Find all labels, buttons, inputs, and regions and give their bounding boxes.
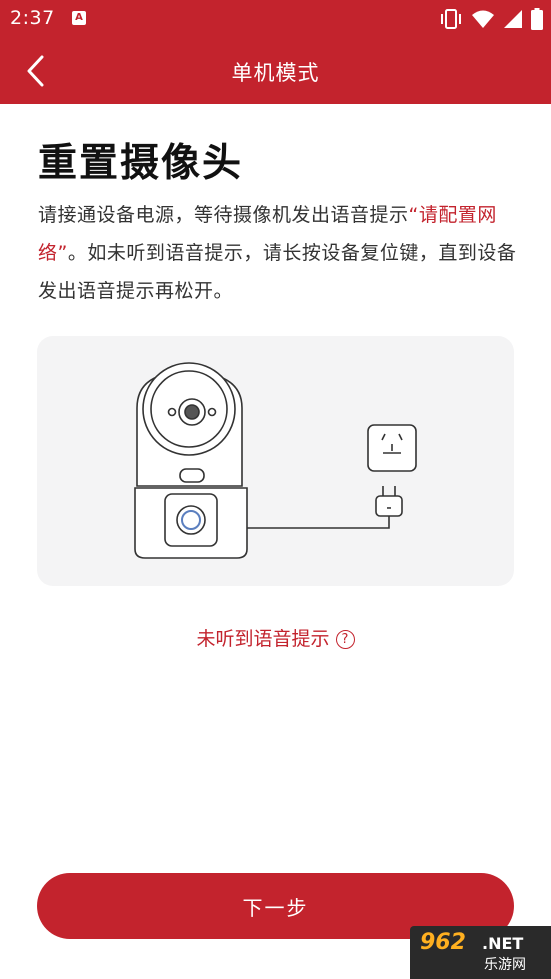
status-bar: 2:37 A (0, 0, 551, 38)
instruction-text-part1: 请接通设备电源，等待摄像机发出语音提示 (38, 204, 409, 226)
notification-icon: A (72, 11, 86, 25)
power-plug-icon (375, 486, 403, 517)
reset-illustration (37, 336, 514, 586)
instruction-text: 请接通设备电源，等待摄像机发出语音提示“请配置网络”。如未听到语音提示，请长按设… (38, 196, 518, 310)
vibrate-icon (441, 9, 461, 29)
help-link-label: 未听到语音提示 (196, 628, 330, 650)
signal-icon (504, 10, 522, 28)
watermark-name: 乐游网 (484, 957, 526, 973)
status-time: 2:37 (10, 7, 55, 29)
no-voice-prompt-help-link[interactable]: 未听到语音提示? (0, 624, 551, 651)
wifi-icon (472, 10, 494, 28)
nav-title: 单机模式 (231, 61, 320, 85)
question-icon: ? (335, 630, 355, 649)
watermark-suffix: .NET (482, 934, 524, 953)
camera-icon (134, 362, 390, 559)
top-nav-bar: 单机模式 (0, 38, 551, 104)
page-title: 重置摄像头 (38, 141, 244, 186)
battery-icon (531, 8, 543, 30)
power-outlet-icon (367, 424, 417, 472)
status-icons (439, 7, 543, 31)
instruction-text-part2: 。如未听到语音提示，请长按设备复位键，直到设备发出语音提示再松开。 (38, 242, 517, 302)
watermark-brand: 962 (420, 930, 466, 955)
site-watermark: 962 .NET 乐游网 (410, 926, 551, 979)
camera-plug-illustration (134, 362, 417, 559)
